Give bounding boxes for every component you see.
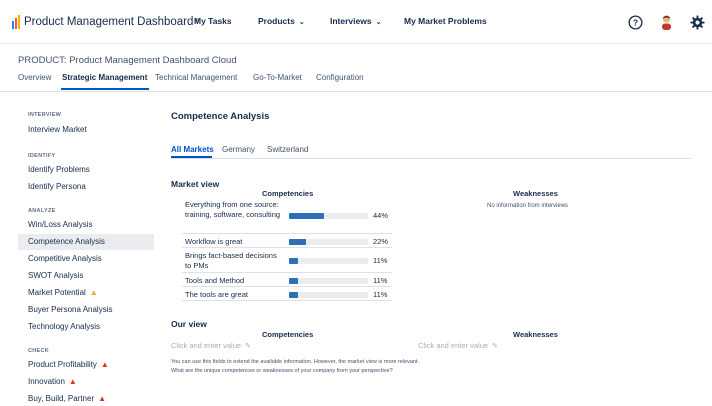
tab-switzerland[interactable]: Switzerland bbox=[267, 145, 308, 154]
competency-bar-track bbox=[289, 292, 368, 298]
sidebar-item-identify-persona[interactable]: Identify Persona bbox=[18, 179, 154, 195]
market-view-title: Market view bbox=[171, 179, 220, 189]
sidebar-item-buy-build-partner[interactable]: Buy, Build, Partner ▲ bbox=[18, 391, 154, 406]
section-title: Competence Analysis bbox=[171, 111, 270, 122]
help-text-line-2: What are the unique competences or weakn… bbox=[171, 368, 393, 374]
sidebar-heading-interview: INTERVIEW bbox=[28, 112, 62, 118]
competency-bar-track bbox=[289, 239, 368, 245]
competencies-input[interactable]: Click and enter value ✎ bbox=[171, 341, 251, 350]
sidebar-item-swot-analysis[interactable]: SWOT Analysis bbox=[18, 268, 154, 284]
alert-icon: ▲ bbox=[98, 394, 107, 403]
competency-label: Tools and Method bbox=[185, 276, 245, 285]
competency-percent: 22% bbox=[373, 237, 389, 246]
top-navigation: Product Management Dashboard ® My Tasks … bbox=[0, 0, 712, 44]
header-divider bbox=[0, 91, 712, 92]
help-icon[interactable]: ? bbox=[626, 13, 644, 31]
competency-label: Everything from one source: training, so… bbox=[185, 200, 281, 219]
competency-row: The tools are great 11% bbox=[182, 288, 392, 301]
nav-interviews[interactable]: Interviews ⌄ bbox=[330, 16, 381, 26]
competency-bar-fill bbox=[289, 278, 298, 284]
competency-label: Workflow is great bbox=[185, 237, 243, 246]
warning-icon: ▲ bbox=[89, 288, 98, 297]
tab-overview[interactable]: Overview bbox=[18, 73, 51, 82]
tab-all-markets[interactable]: All Markets bbox=[171, 145, 214, 154]
active-tab-indicator bbox=[61, 88, 149, 90]
sidebar-heading-analyze: ANALYZE bbox=[28, 208, 56, 214]
nav-my-market-problems[interactable]: My Market Problems bbox=[404, 16, 487, 26]
no-information-note: No information from interviews bbox=[487, 203, 569, 209]
market-tabs-divider bbox=[171, 158, 691, 159]
nav-my-tasks[interactable]: My Tasks bbox=[194, 16, 232, 26]
competency-bar-fill bbox=[289, 292, 298, 298]
sidebar-heading-check: CHECK bbox=[28, 348, 50, 354]
competency-percent: 11% bbox=[373, 256, 388, 265]
pencil-icon: ✎ bbox=[492, 343, 498, 350]
sidebar-item-competitive-analysis[interactable]: Competitive Analysis bbox=[18, 251, 154, 267]
tab-strategic-management[interactable]: Strategic Management bbox=[62, 73, 147, 82]
competency-bar-track bbox=[289, 213, 368, 219]
tab-go-to-market[interactable]: Go-To-Market bbox=[253, 73, 302, 82]
help-text-line-1: You can use this fields to extend the av… bbox=[171, 359, 420, 365]
sidebar-item-market-potential[interactable]: Market Potential ▲ bbox=[18, 285, 154, 301]
competency-row: Tools and Method 11% bbox=[182, 274, 392, 287]
competencies-heading: Competencies bbox=[262, 189, 314, 198]
brand-title: Product Management Dashboard bbox=[24, 16, 194, 28]
page-title: PRODUCT: Product Management Dashboard Cl… bbox=[18, 55, 237, 66]
sidebar-item-product-profitability[interactable]: Product Profitability ▲ bbox=[18, 357, 154, 373]
weaknesses-heading: Weaknesses bbox=[513, 189, 558, 198]
competency-bar-fill bbox=[289, 239, 307, 245]
weaknesses-input[interactable]: Click and enter value ✎ bbox=[418, 341, 498, 350]
user-avatar-icon[interactable] bbox=[657, 13, 675, 31]
sidebar-item-competence-analysis[interactable]: Competence Analysis bbox=[18, 234, 154, 250]
competency-row: Everything from one source: training, so… bbox=[182, 198, 392, 234]
sidebar-item-buyer-persona-analysis[interactable]: Buyer Persona Analysis bbox=[18, 302, 154, 318]
competency-bar-fill bbox=[289, 213, 324, 219]
sidebar-item-innovation[interactable]: Innovation ▲ bbox=[18, 374, 154, 390]
competency-percent: 11% bbox=[373, 276, 388, 285]
sidebar-item-interview-market[interactable]: Interview Market bbox=[18, 122, 154, 138]
app-logo-icon bbox=[12, 15, 22, 29]
competency-row: Brings fact-based decisions to PMs 11% bbox=[182, 249, 392, 273]
tab-germany[interactable]: Germany bbox=[222, 145, 255, 154]
competency-bar-track bbox=[289, 278, 368, 284]
gear-icon[interactable] bbox=[688, 13, 706, 31]
pencil-icon: ✎ bbox=[245, 343, 251, 350]
competency-bar-track bbox=[289, 258, 368, 264]
sidebar-item-technology-analysis[interactable]: Technology Analysis bbox=[18, 319, 154, 335]
competency-percent: 11% bbox=[373, 290, 388, 299]
chevron-down-icon: ⌄ bbox=[298, 19, 305, 26]
our-view-title: Our view bbox=[171, 319, 207, 329]
competency-percent: 44% bbox=[373, 211, 389, 220]
sidebar-heading-identify: IDENTIFY bbox=[28, 153, 56, 159]
our-competencies-heading: Competencies bbox=[262, 330, 314, 339]
alert-icon: ▲ bbox=[100, 360, 109, 369]
chevron-down-icon: ⌄ bbox=[375, 19, 382, 26]
brand[interactable]: Product Management Dashboard ® bbox=[12, 13, 199, 31]
competency-bar-fill bbox=[289, 258, 298, 264]
svg-text:?: ? bbox=[632, 17, 637, 27]
competency-label: The tools are great bbox=[185, 290, 248, 299]
nav-products[interactable]: Products ⌄ bbox=[258, 16, 305, 26]
sidebar-item-win-loss-analysis[interactable]: Win/Loss Analysis bbox=[18, 217, 154, 233]
our-weaknesses-heading: Weaknesses bbox=[513, 330, 558, 339]
alert-icon: ▲ bbox=[68, 377, 77, 386]
competency-row: Workflow is great 22% bbox=[182, 235, 392, 248]
sidebar-item-identify-problems[interactable]: Identify Problems bbox=[18, 162, 154, 178]
competency-label: Brings fact-based decisions to PMs bbox=[185, 251, 277, 270]
tab-technical-management[interactable]: Technical Management bbox=[155, 73, 237, 82]
tab-configuration[interactable]: Configuration bbox=[316, 73, 364, 82]
